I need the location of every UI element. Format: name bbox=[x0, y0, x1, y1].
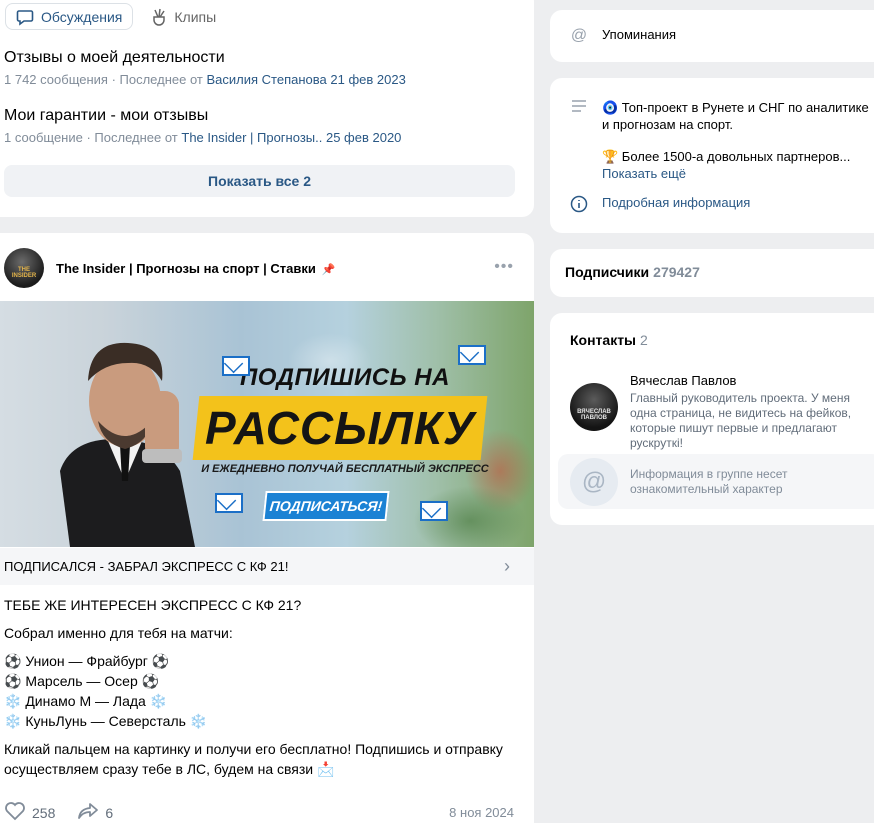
at-sign-icon: @ bbox=[570, 27, 588, 44]
discussion-tabs: Обсуждения Клипы bbox=[5, 2, 226, 31]
chevron-right-icon: › bbox=[504, 556, 510, 576]
post-card: THE INSIDER The Insider | Прогнозы на сп… bbox=[0, 233, 534, 823]
subscribers-title: Подписчики 279427 bbox=[565, 264, 700, 280]
topic-date-link[interactable]: 25 фев 2020 bbox=[326, 130, 401, 145]
banner-man-figure bbox=[60, 342, 195, 547]
info-icon bbox=[570, 195, 588, 218]
banner-subtext: И ЕЖЕДНЕВНО ПОЛУЧАЙ БЕСПЛАТНЫЙ ЭКСПРЕСС bbox=[201, 463, 489, 475]
pin-icon: 📌 bbox=[321, 263, 336, 276]
topic-count: 1 742 сообщения bbox=[4, 72, 108, 87]
post-date[interactable]: 8 ноя 2024 bbox=[449, 805, 514, 820]
contacts-card: Контакты 2 ВЯЧЕСЛАВ ПАВЛОВ Вячеслав Павло… bbox=[550, 313, 874, 525]
post-text: ТЕБЕ ЖЕ ИНТЕРЕСЕН ЭКСПРЕСС С КФ 21? Собр… bbox=[4, 595, 529, 787]
chat-icon bbox=[16, 8, 34, 26]
contact-description: Главный руководитель проекта. У меня одн… bbox=[630, 391, 852, 450]
mentions-card[interactable]: @ Упоминания bbox=[550, 10, 874, 62]
post-match-line: ⚽ Марсель — Осер ⚽ bbox=[4, 673, 160, 689]
at-sign-icon: @ bbox=[570, 457, 618, 506]
topic-sep: · Последнее от bbox=[107, 72, 207, 87]
description-text: 🧿 Топ-проект в Рунете и СНГ по аналитике… bbox=[602, 99, 872, 182]
topic-meta: 1 сообщение · Последнее от The Insider |… bbox=[4, 130, 401, 146]
topic-item[interactable]: Мои гарантии - мои отзывы 1 сообщение · … bbox=[4, 106, 401, 146]
topic-item[interactable]: Отзывы о моей деятельности 1 742 сообщен… bbox=[4, 48, 406, 88]
topic-date-link[interactable]: 21 фев 2023 bbox=[330, 72, 405, 87]
like-button[interactable]: 258 bbox=[4, 801, 55, 823]
subscribers-count: 279427 bbox=[653, 264, 700, 280]
text-lines-icon bbox=[570, 99, 588, 118]
mentions-label: Упоминания bbox=[602, 27, 677, 42]
banner-yellow-block: РАССЫЛКУ bbox=[192, 396, 488, 460]
description-line: 🏆 Более 1500-а довольных партнеров... bbox=[602, 149, 851, 164]
discussions-card: Обсуждения Клипы Отзывы о моей деятельно… bbox=[0, 0, 534, 217]
contacts-title[interactable]: Контакты 2 bbox=[570, 332, 648, 348]
banner-big-text: РАССЫЛКУ bbox=[204, 402, 476, 454]
tab-discussions[interactable]: Обсуждения bbox=[5, 3, 134, 30]
post-line: Кликай пальцем на картинку и получи его … bbox=[4, 741, 503, 777]
post-link-row[interactable]: ПОДПИСАЛСЯ - ЗАБРАЛ ЭКСПРЕСС С КФ 21! › bbox=[0, 548, 534, 585]
envelope-icon bbox=[215, 493, 243, 513]
subscribers-label: Подписчики bbox=[565, 264, 650, 280]
topic-meta: 1 742 сообщения · Последнее от Василия С… bbox=[4, 72, 406, 88]
post-line: Собрал именно для тебя на матчи: bbox=[4, 625, 233, 641]
tab-discussions-label: Обсуждения bbox=[41, 8, 123, 25]
contact-avatar[interactable]: ВЯЧЕСЛАВ ПАВЛОВ bbox=[570, 383, 618, 431]
post-avatar[interactable]: THE INSIDER bbox=[4, 248, 44, 288]
post-footer: 258 6 8 ноя 2024 bbox=[4, 801, 514, 823]
details-link[interactable]: Подробная информация bbox=[602, 195, 750, 210]
post-match-line: ❄️ КуньЛунь — Северсталь ❄️ bbox=[4, 713, 208, 729]
post-line: ТЕБЕ ЖЕ ИНТЕРЕСЕН ЭКСПРЕСС С КФ 21? bbox=[4, 597, 302, 613]
topic-author-link[interactable]: The Insider | Прогнозы.. bbox=[181, 130, 322, 145]
post-link-title: ПОДПИСАЛСЯ - ЗАБРАЛ ЭКСПРЕСС С КФ 21! bbox=[4, 559, 289, 574]
envelope-icon bbox=[420, 501, 448, 521]
mentions-row[interactable]: @ Упоминания bbox=[570, 27, 676, 45]
banner-subscribe-button[interactable]: ПОДПИСАТЬСЯ! bbox=[262, 491, 390, 521]
details-row[interactable]: Подробная информация bbox=[570, 195, 750, 218]
post-banner-image[interactable]: ПОДПИШИСЬ НА РАССЫЛКУ И ЕЖЕДНЕВНО ПОЛУЧА… bbox=[0, 301, 534, 547]
contact-item[interactable]: ВЯЧЕСЛАВ ПАВЛОВ Вячеслав Павлов Главный … bbox=[570, 373, 860, 451]
post-author[interactable]: The Insider | Прогнозы на спорт | Ставки bbox=[56, 261, 316, 276]
post-match-line: ❄️ Динамо М — Лада ❄️ bbox=[4, 693, 168, 709]
contacts-count: 2 bbox=[640, 332, 648, 348]
notice-box: @ Информация в группе несет ознакомитель… bbox=[558, 454, 874, 509]
show-all-button[interactable]: Показать все 2 bbox=[4, 165, 515, 197]
contacts-label: Контакты bbox=[570, 332, 637, 348]
topic-title[interactable]: Отзывы о моей деятельности bbox=[4, 48, 406, 68]
tab-clips-label: Клипы bbox=[174, 8, 217, 25]
heart-icon bbox=[4, 801, 26, 823]
topic-sep: · Последнее от bbox=[82, 130, 182, 145]
topic-author-link[interactable]: Василия Степанова bbox=[206, 72, 326, 87]
envelope-icon bbox=[458, 345, 486, 365]
subscribers-card[interactable]: Подписчики 279427 bbox=[550, 249, 874, 297]
topic-count: 1 сообщение bbox=[4, 130, 83, 145]
post-header: THE INSIDER The Insider | Прогнозы на сп… bbox=[4, 248, 526, 288]
share-button[interactable]: 6 bbox=[77, 801, 113, 823]
contact-avatar-text: ВЯЧЕСЛАВ ПАВЛОВ bbox=[577, 409, 611, 421]
like-count: 258 bbox=[32, 804, 56, 821]
show-more-link[interactable]: Показать ещё bbox=[602, 165, 872, 182]
contact-name[interactable]: Вячеслав Павлов bbox=[630, 373, 860, 388]
description-row: 🧿 Топ-проект в Рунете и СНГ по аналитике… bbox=[570, 99, 872, 182]
avatar-logo-text: THE INSIDER bbox=[11, 267, 37, 279]
description-line: 🧿 Топ-проект в Рунете и СНГ по аналитике… bbox=[602, 100, 869, 132]
share-icon bbox=[77, 801, 99, 823]
post-match-line: ⚽ Унион — Фрайбург ⚽ bbox=[4, 653, 170, 669]
more-options-icon[interactable]: ••• bbox=[494, 258, 514, 276]
topic-title[interactable]: Мои гарантии - мои отзывы bbox=[4, 106, 401, 126]
info-card: 🧿 Топ-проект в Рунете и СНГ по аналитике… bbox=[550, 78, 874, 233]
tab-clips[interactable]: Клипы bbox=[141, 2, 226, 31]
envelope-icon bbox=[222, 356, 250, 376]
clips-icon bbox=[151, 8, 167, 26]
notice-text: Информация в группе несет ознакомительны… bbox=[630, 466, 788, 496]
share-count: 6 bbox=[105, 804, 114, 821]
